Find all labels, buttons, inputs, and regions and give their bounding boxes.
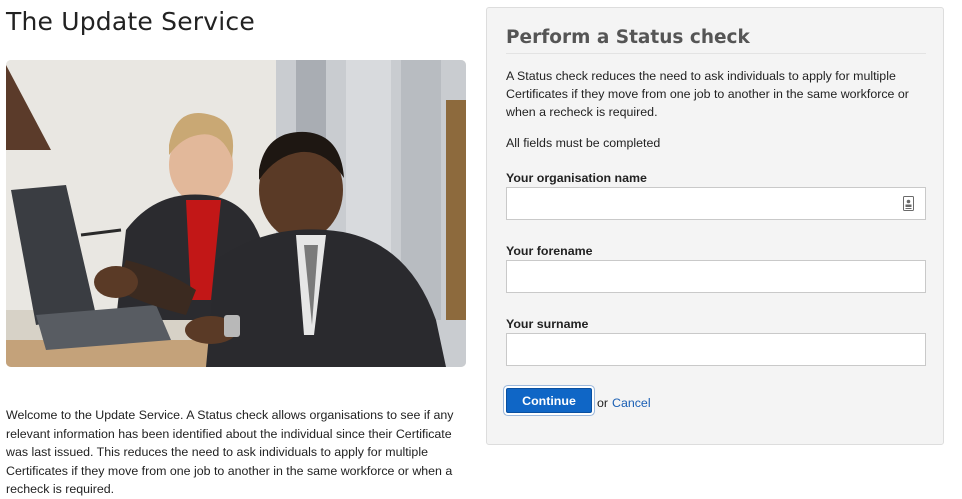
continue-button[interactable]: Continue	[506, 388, 592, 413]
required-note: All fields must be completed	[506, 136, 661, 150]
surname-label: Your surname	[506, 317, 589, 331]
organisation-name-input[interactable]	[506, 187, 926, 220]
or-text: or	[597, 396, 609, 410]
hero-photo	[6, 60, 466, 367]
organisation-name-label: Your organisation name	[506, 171, 647, 185]
surname-input[interactable]	[506, 333, 926, 366]
page-title: The Update Service	[6, 7, 255, 36]
panel-title: Perform a Status check	[506, 27, 750, 48]
status-check-panel: Perform a Status check A Status check re…	[486, 7, 944, 445]
forename-label: Your forename	[506, 244, 593, 258]
intro-text: Welcome to the Update Service. A Status …	[6, 408, 454, 496]
cancel-link[interactable]: Cancel	[612, 396, 651, 410]
forename-input[interactable]	[506, 260, 926, 293]
contact-card-icon[interactable]	[903, 196, 914, 211]
panel-divider	[506, 53, 926, 54]
panel-description: A Status check reduces the need to ask i…	[506, 69, 909, 119]
